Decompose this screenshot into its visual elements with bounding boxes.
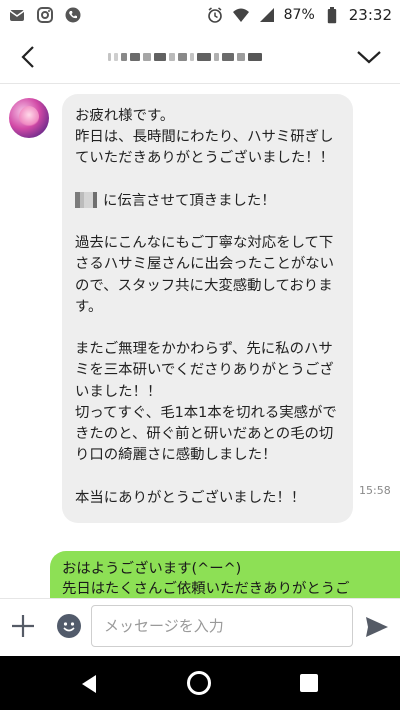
incoming-message-bubble[interactable]: お疲れ様です。 昨日は、長時間にわたり、ハサミ研ぎしていただきありがとうございま…	[62, 94, 353, 523]
signal-icon	[258, 6, 276, 24]
smiley-icon	[63, 622, 75, 632]
outgoing-message-text: おはようございます(^ー^) 先日はたくさんご依頼いただきありがとうご	[62, 561, 350, 597]
chat-header	[0, 30, 400, 84]
contact-avatar[interactable]	[9, 98, 49, 138]
menu-button[interactable]	[354, 42, 384, 72]
emoji-button[interactable]	[57, 614, 81, 638]
message-timestamp: 15:58	[359, 484, 391, 497]
triangle-back-icon	[82, 675, 96, 693]
clock: 23:32	[348, 6, 392, 24]
send-icon	[366, 617, 388, 637]
plus-icon	[12, 615, 34, 637]
nav-recent-apps-button[interactable]	[300, 674, 318, 692]
incoming-message-text-1: お疲れ様です。 昨日は、長時間にわたり、ハサミ研ぎしていただきありがとうございま…	[75, 108, 335, 167]
message-input[interactable]	[91, 605, 353, 647]
chevron-left-icon	[21, 46, 34, 68]
add-attachment-button[interactable]	[10, 613, 36, 639]
nav-home-button[interactable]	[187, 671, 211, 695]
alarm-icon	[206, 6, 224, 24]
instagram-icon	[36, 6, 54, 24]
status-bar: 87% 23:32	[0, 0, 400, 30]
wifi-icon	[232, 6, 250, 24]
chat-area[interactable]: お疲れ様です。 昨日は、長時間にわたり、ハサミ研ぎしていただきありがとうございま…	[0, 84, 400, 598]
back-button[interactable]	[14, 42, 44, 72]
message-input-bar	[0, 598, 400, 656]
system-nav-bar	[0, 656, 400, 710]
incoming-message-text-2: に伝言させて頂きました！ 過去にこんなにもご丁寧な対応をして下さるハサミ屋さんに…	[75, 192, 337, 506]
outgoing-message-bubble[interactable]: おはようございます(^ー^) 先日はたくさんご依頼いただきありがとうご	[50, 551, 400, 598]
send-button[interactable]	[364, 615, 390, 639]
phone-icon	[64, 6, 82, 24]
mail-icon	[8, 6, 26, 24]
battery-icon	[323, 6, 341, 24]
chevron-down-icon	[357, 51, 381, 64]
battery-percent: 87%	[283, 7, 315, 23]
redacted-name	[75, 191, 101, 208]
contact-name-redacted	[108, 50, 292, 64]
nav-back-button[interactable]	[78, 673, 100, 695]
